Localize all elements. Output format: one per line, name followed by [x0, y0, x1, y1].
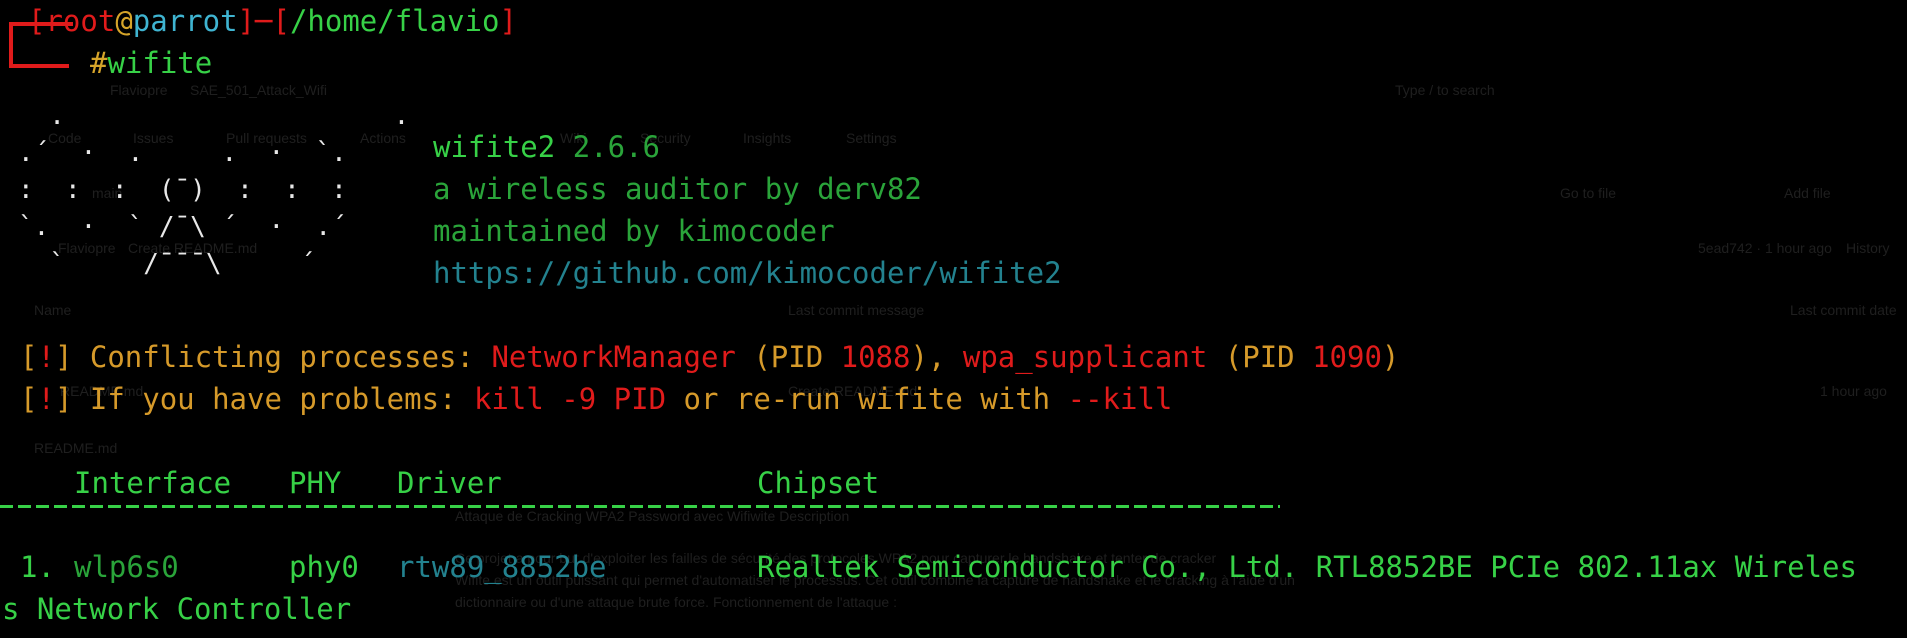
pid-value: 1088 [840, 340, 911, 374]
terminal-window[interactable]: [root@parrot]─[/home/flavio] #wifite . .… [0, 0, 1907, 638]
wifite-logo-line-3: : : : (¯) : : : [18, 175, 379, 205]
banner-maintainer: maintained by kimocoder [433, 214, 835, 248]
banner-url[interactable]: https://github.com/kimocoder/wifite2 [433, 252, 1062, 294]
warning-middle: or re-run wifite with [666, 382, 1068, 416]
pid-label: (PID [735, 340, 841, 374]
prompt-symbol: # [90, 46, 108, 80]
bracket: [ [20, 340, 38, 374]
prompt-at: @ [115, 4, 133, 38]
bracket: [ [28, 4, 46, 38]
banner-name: wifite2 [433, 130, 556, 164]
process-name: NetworkManager [491, 340, 736, 374]
pid-value: 1090 [1312, 340, 1382, 374]
prompt-line: [root@parrot]─[/home/flavio] [28, 0, 517, 42]
warning-prefix: If you have problems: [89, 382, 474, 416]
bracket: ] [499, 4, 517, 38]
separator: ), [910, 340, 963, 374]
warning-prefix: Conflicting processes: [89, 340, 492, 374]
table-divider [0, 505, 1280, 508]
banner-version: 2.6.6 [572, 130, 660, 164]
prompt-path: /home/flavio [289, 4, 500, 38]
kill-flag: --kill [1067, 382, 1173, 416]
command-line: #wifite [90, 42, 212, 84]
row-driver: rtw89_8852be [397, 550, 607, 584]
row-chipset-line-1: Realtek Semiconductor Co., Ltd. RTL8852B… [757, 550, 1857, 584]
row-phy: phy0 [289, 550, 359, 584]
col-header-driver: Driver [397, 466, 502, 500]
warning-bang: ! [37, 382, 55, 416]
row-interface: wlp6s0 [74, 550, 179, 584]
kill-command: kill -9 PID [473, 382, 667, 416]
col-header-interface: Interface [74, 466, 232, 500]
command-text: wifite [107, 46, 213, 80]
banner-tagline: a wireless auditor by derv82 [433, 172, 922, 206]
col-header-phy: PHY [289, 466, 342, 500]
bracket: [ [20, 382, 38, 416]
prompt-host: parrot [132, 4, 238, 38]
bracket: ] [54, 382, 90, 416]
row-chipset-line-2: s Network Controller [2, 592, 352, 626]
row-number: 1. [20, 550, 55, 584]
wifite-logo-line-1: . . [18, 101, 441, 131]
process-name: wpa_supplicant [962, 340, 1208, 374]
col-header-chipset: Chipset [757, 466, 880, 500]
wifite-logo-line-2: .´ · . . · `. [18, 138, 379, 168]
wifite-logo-line-4: `. · ` /¯\ ´ · .´ [18, 212, 379, 242]
warning-problems-hint: [!] If you have problems: kill -9 PID or… [20, 378, 1172, 420]
bracket: ] [54, 340, 90, 374]
banner-name-line: wifite2 2.6.6 [433, 126, 660, 168]
wifite-logo-line-5: ` /¯¯¯\ ´ [18, 249, 379, 279]
prompt-user: root [45, 4, 116, 38]
warning-conflicting-processes: [!] Conflicting processes: NetworkManage… [20, 336, 1399, 378]
bracket: ]─[ [237, 4, 290, 38]
closing-paren: ) [1381, 340, 1400, 374]
pid-label: (PID [1207, 340, 1313, 374]
warning-bang: ! [37, 340, 55, 374]
